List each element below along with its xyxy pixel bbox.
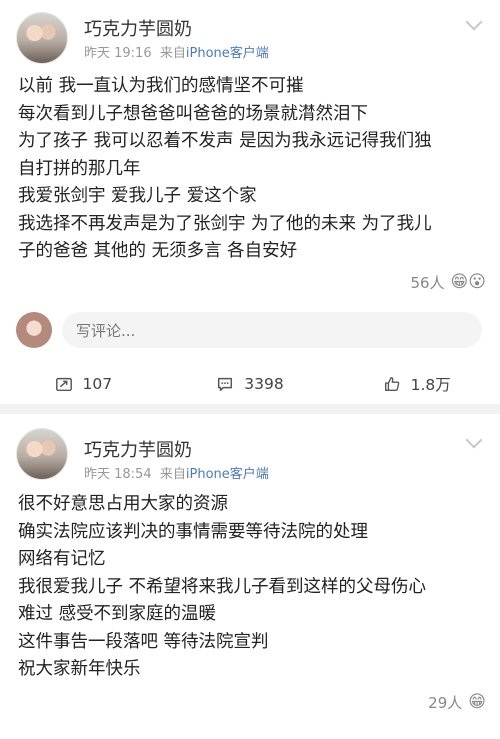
post-meta: 昨天 19:16 来自iPhone客户端	[84, 42, 269, 61]
post-time: 昨天 19:16	[84, 46, 152, 61]
reaction-count: 29人	[428, 694, 463, 712]
post-line: 我选择不再发声是为了张剑宇 为了他的未来 为了我儿	[18, 213, 432, 234]
post-line: 网络有记忆	[18, 549, 106, 569]
post-source[interactable]: iPhone客户端	[186, 46, 269, 61]
comment-input[interactable]: 写评论...	[62, 312, 482, 348]
post-line: 以前 我一直认为我们的感情坚不可摧	[18, 76, 304, 96]
post-text: 以前 我一直认为我们的感情坚不可摧 每次看到儿子想爸爸叫爸爸的场景就潸然泪下 为…	[18, 73, 486, 266]
post-line: 很不好意思占用大家的资源	[18, 494, 228, 514]
user-avatar	[16, 312, 52, 348]
post-meta: 昨天 18:54 来自iPhone客户端	[84, 463, 269, 482]
reaction-emoji-icon: 😁😮	[450, 272, 486, 292]
post-line: 子的爸爸 其他的 无须多言 各自安好	[18, 241, 298, 261]
like-count: 1.8万	[410, 376, 451, 394]
post-line: 我很爱我儿子 不希望将来我儿子看到这样的父母伤心	[18, 576, 427, 597]
reaction-emoji-icon: 😁	[468, 692, 486, 712]
comment-button[interactable]: 3398	[167, 370, 334, 398]
reaction-summary[interactable]: 56人 😁😮	[410, 272, 486, 293]
thumbs-up-icon	[384, 377, 399, 391]
comment-composer: 写评论...	[16, 310, 486, 350]
chevron-down-icon[interactable]	[465, 13, 483, 31]
author-avatar[interactable]	[16, 12, 68, 64]
post-line: 这件事告一段落吧 等待法院宣判	[18, 631, 269, 652]
repost-icon	[55, 377, 72, 392]
chevron-down-icon[interactable]	[465, 431, 483, 449]
weibo-post: 巧克力芋圆奶 昨天 18:54 来自iPhone客户端 很不好意思占用大家的资源…	[0, 414, 500, 739]
weibo-post: 巧克力芋圆奶 昨天 19:16 来自iPhone客户端 以前 我一直认为我们的感…	[0, 0, 500, 404]
author-avatar[interactable]	[16, 428, 68, 480]
post-line: 每次看到儿子想爸爸叫爸爸的场景就潸然泪下	[18, 103, 368, 124]
comment-placeholder: 写评论...	[76, 321, 136, 340]
post-separator	[0, 404, 500, 414]
post-line: 难过 感受不到家庭的温暖	[18, 604, 217, 624]
author-name[interactable]: 巧克力芋圆奶	[84, 436, 192, 462]
post-line: 确实法院应该判决的事情需要等待法院的处理	[18, 521, 368, 542]
comment-icon	[218, 377, 233, 392]
post-line: 为了孩子 我可以忍着不发声 是因为我永远记得我们独	[18, 131, 432, 151]
action-bar: 107 3398 1.8万	[0, 370, 500, 398]
source-prefix: 来自	[159, 467, 186, 482]
post-text: 很不好意思占用大家的资源 确实法院应该判决的事情需要等待法院的处理 网络有记忆 …	[18, 491, 486, 684]
post-line: 祝大家新年快乐	[18, 659, 141, 679]
reaction-count: 56人	[410, 274, 445, 292]
reaction-summary[interactable]: 29人 😁	[428, 692, 486, 713]
post-source[interactable]: iPhone客户端	[186, 467, 269, 482]
author-name[interactable]: 巧克力芋圆奶	[84, 15, 192, 41]
repost-button[interactable]: 107	[0, 370, 167, 398]
comment-count: 3398	[244, 375, 284, 393]
post-time: 昨天 18:54	[84, 467, 152, 482]
source-prefix: 来自	[159, 46, 186, 61]
post-line: 我爱张剑宇 爱我儿子 爱这个家	[18, 186, 257, 206]
like-button[interactable]: 1.8万	[333, 370, 500, 398]
post-line: 自打拼的那几年	[18, 158, 141, 179]
repost-count: 107	[82, 375, 113, 393]
